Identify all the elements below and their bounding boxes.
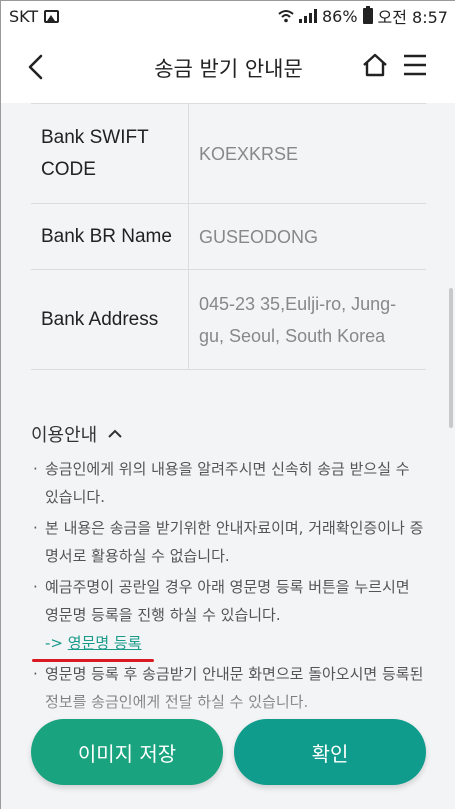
home-icon[interactable] [361, 51, 389, 79]
status-left: SKT [9, 6, 60, 26]
list-item: 송금인에게 위의 내용을 알려주시면 신속히 송금 받으실 수 있습니다. [31, 455, 426, 511]
app-header: 송금 받기 안내문 [1, 31, 455, 103]
info-label: Bank Address [31, 270, 189, 369]
confirm-button[interactable]: 확인 [234, 719, 426, 785]
register-link-line: -> 영문명 등록 [45, 629, 426, 657]
scroll-content[interactable]: Bank SWIFT CODE KOEXKRSE Bank BR Name GU… [1, 103, 455, 809]
list-item: 예금주명이 공란일 경우 아래 영문명 등록 버튼을 누르시면 영문명 등록을 … [31, 573, 426, 657]
info-label: Bank SWIFT CODE [31, 104, 189, 203]
link-highlight-mark [32, 659, 154, 662]
info-value: 045-23 35,Eulji-ro, Jung-gu, Seoul, Sout… [199, 293, 397, 346]
chevron-up-icon [108, 429, 122, 438]
table-row: Bank SWIFT CODE KOEXKRSE [31, 104, 426, 204]
guide-title: 이용안내 [31, 425, 98, 446]
battery-icon [362, 6, 373, 24]
status-right: 86% 오전 8:57 [278, 4, 448, 28]
info-value: KOEXKRSE [199, 143, 299, 164]
battery-percent: 86% [321, 6, 358, 26]
carrier-label: SKT [9, 6, 39, 26]
guide-list: 송금인에게 위의 내용을 알려주시면 신속히 송금 받으실 수 있습니다. 본 … [31, 455, 426, 719]
status-bar: SKT 86% 오전 8:57 [1, 1, 455, 31]
link-prefix: -> [45, 634, 63, 652]
list-item-text: 예금주명이 공란일 경우 아래 영문명 등록 버튼을 누르시면 영문명 등록을 … [45, 578, 410, 624]
scrollbar[interactable] [449, 288, 453, 428]
gallery-notification-icon [44, 9, 60, 23]
guide-toggle[interactable]: 이용안내 [31, 421, 123, 447]
bank-info-table: Bank SWIFT CODE KOEXKRSE Bank BR Name GU… [31, 103, 426, 370]
menu-icon[interactable] [402, 53, 428, 77]
info-value: GUSEODONG [199, 226, 319, 247]
list-item: 본 내용은 송금을 받기위한 안내자료이며, 거래확인증이나 증명서로 활용하실… [31, 514, 426, 570]
english-name-register-link[interactable]: 영문명 등록 [68, 634, 142, 652]
wifi-icon [278, 10, 294, 23]
save-image-button[interactable]: 이미지 저장 [31, 719, 223, 785]
table-row: Bank BR Name GUSEODONG [31, 204, 426, 270]
signal-icon [298, 9, 317, 23]
clock: 오전 8:57 [377, 8, 448, 27]
table-row: Bank Address 045-23 35,Eulji-ro, Jung-gu… [31, 270, 426, 370]
info-label: Bank BR Name [31, 204, 189, 269]
